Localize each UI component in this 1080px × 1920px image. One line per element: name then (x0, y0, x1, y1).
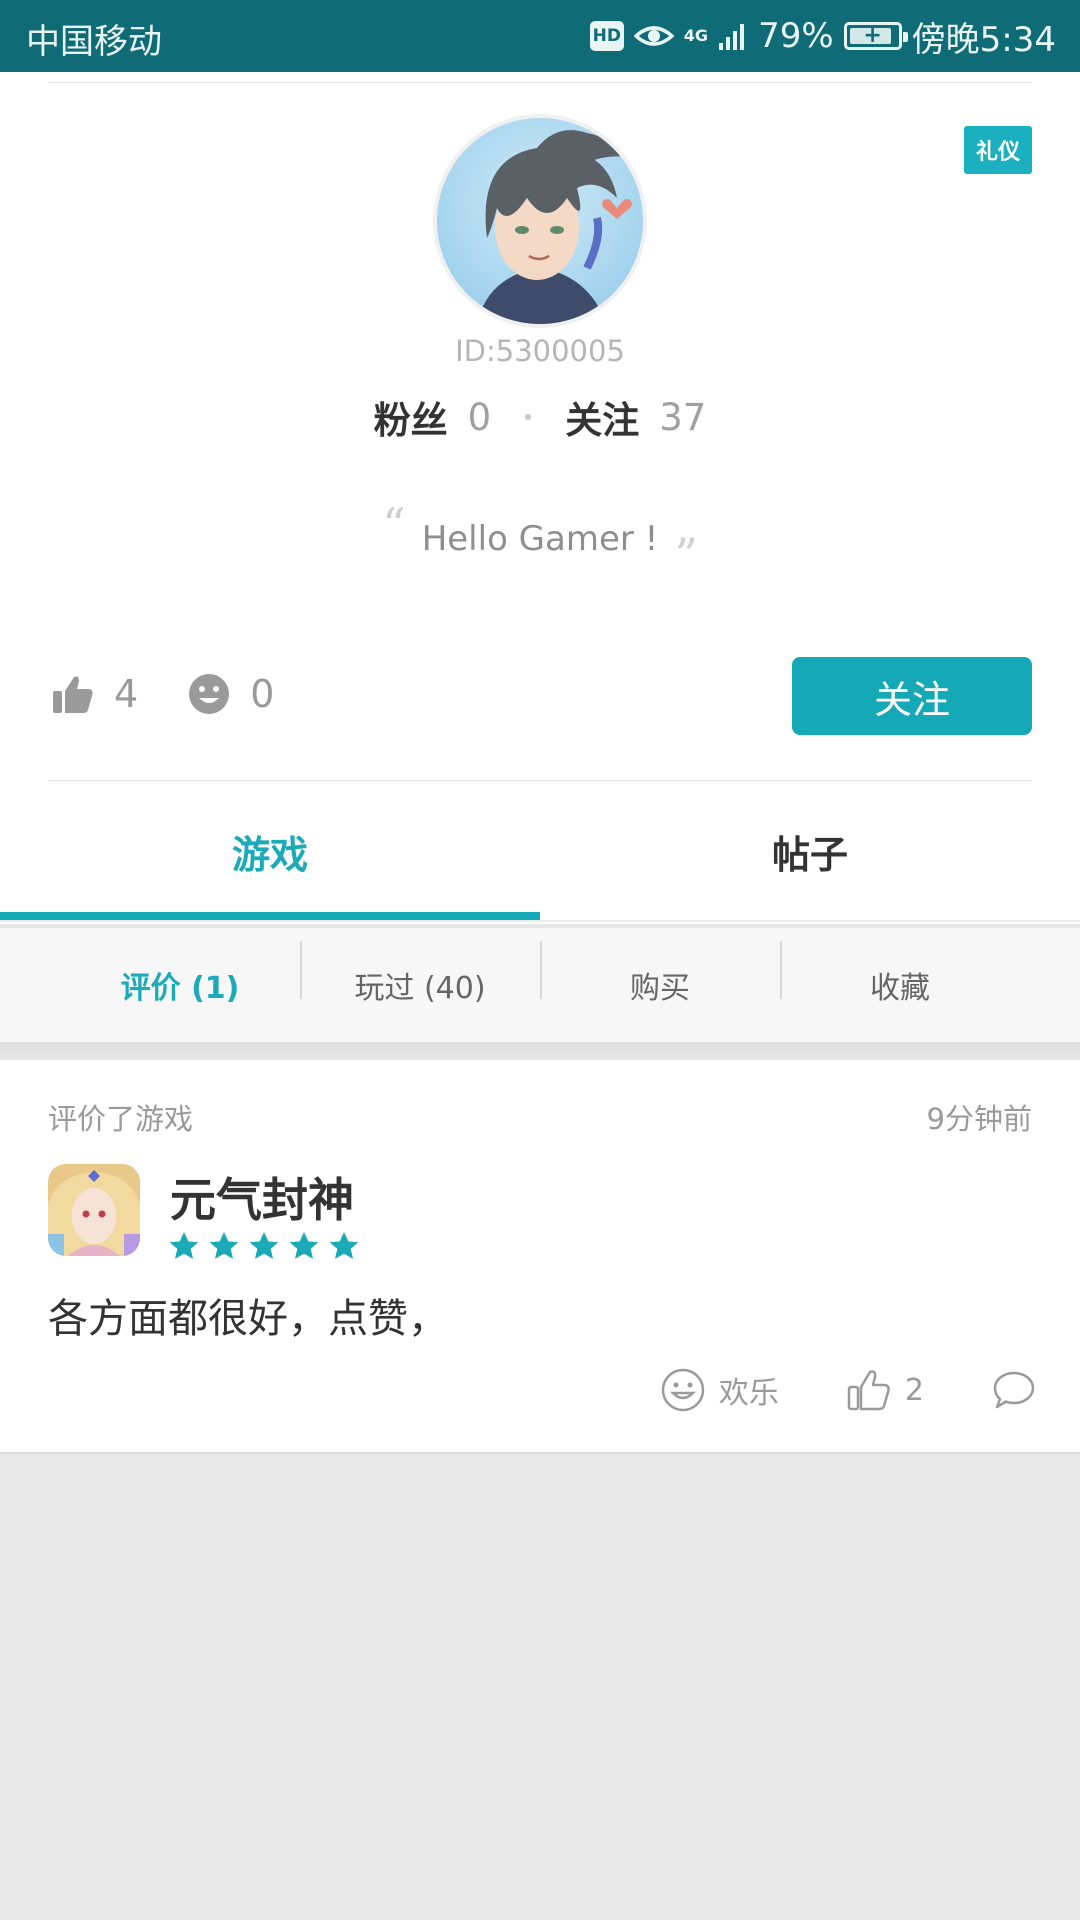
fans-count[interactable]: 0 (468, 396, 492, 439)
signal-icon (719, 24, 745, 50)
likes-count: 4 (114, 672, 139, 716)
section-gap (0, 1042, 1080, 1060)
divider (48, 82, 1032, 83)
fun-reaction[interactable]: 欢乐 (661, 1368, 779, 1412)
carrier-name: 中国移动 (26, 22, 162, 62)
fans-label[interactable]: 粉丝 (374, 390, 448, 444)
review-actions: 欢乐 2 (661, 1368, 1036, 1412)
star-icon (289, 1232, 319, 1259)
thumbs-up-icon[interactable] (52, 673, 94, 715)
status-icons: HD 4G 79% + 傍晚5:34 (589, 12, 1056, 60)
avatar-illustration (477, 130, 637, 324)
signature: “ Hello Gamer ! ” (0, 498, 1080, 582)
like-reaction[interactable]: 2 (847, 1368, 924, 1412)
following-count[interactable]: 37 (659, 396, 706, 439)
etiquette-badge[interactable]: 礼仪 (963, 126, 1032, 174)
battery-icon: + (843, 22, 908, 50)
quote-open-icon: “ (382, 498, 406, 552)
separator-dot (525, 414, 532, 420)
follow-stats: 粉丝 0 关注 37 (0, 390, 1080, 444)
tab-games[interactable]: 游戏 (0, 782, 540, 920)
subtab-reviews[interactable]: 评价 (1) (60, 963, 300, 1007)
reaction-stats: 4 0 (52, 662, 324, 726)
signature-text: Hello Gamer ! (421, 519, 659, 559)
avatar[interactable] (433, 114, 647, 328)
star-icon (209, 1232, 239, 1259)
eye-icon (633, 26, 674, 46)
user-id: ID:5300005 (455, 334, 625, 368)
thumbs-up-outline-icon (847, 1370, 890, 1411)
review-comment: 各方面都很好，点赞， (48, 1296, 448, 1342)
game-icon[interactable] (48, 1164, 140, 1256)
follow-button[interactable]: 关注 (792, 657, 1032, 735)
following-label[interactable]: 关注 (565, 390, 639, 444)
hd-icon: HD (589, 21, 624, 51)
review-time: 9分钟前 (926, 1102, 1032, 1136)
review-card[interactable]: 评价了游戏 9分钟前 元气封神 各方面都很好，点赞， 欢乐 2 (0, 1060, 1080, 1454)
subtab-purchased[interactable]: 购买 (540, 941, 780, 1007)
tab-posts[interactable]: 帖子 (540, 782, 1080, 920)
quote-close-icon: ” (674, 528, 698, 582)
subtab-played[interactable]: 玩过 (40) (300, 941, 540, 1007)
divider (48, 780, 1032, 781)
content-tabs: 游戏 帖子 (0, 782, 1080, 922)
like-count: 2 (904, 1372, 924, 1408)
fun-count: 0 (250, 672, 275, 716)
comment-icon (993, 1371, 1035, 1409)
game-name[interactable]: 元气封神 (170, 1164, 354, 1230)
clock: 傍晚5:34 (911, 19, 1056, 60)
profile-card: 礼仪 ID:5300005 粉丝 0 关注 37 “ Hello Gamer !… (0, 72, 1080, 924)
star-icon (169, 1232, 199, 1259)
fun-label: 欢乐 (718, 1376, 779, 1411)
battery-percent: 79% (758, 16, 834, 56)
comment-reaction[interactable] (992, 1370, 1036, 1410)
status-bar: 中国移动 HD 4G 79% + 傍晚5:34 (0, 0, 1080, 72)
smiley-icon[interactable] (188, 673, 230, 715)
game-icon-art (48, 1164, 140, 1256)
game-subtabs: 评价 (1) 玩过 (40) 购买 收藏 (0, 928, 1080, 1042)
network-type: 4G (683, 26, 709, 45)
rating-stars (168, 1230, 360, 1262)
smile-outline-icon (661, 1368, 705, 1412)
star-icon (329, 1232, 359, 1259)
star-icon (249, 1232, 279, 1259)
subtab-favorites[interactable]: 收藏 (780, 941, 1020, 1007)
review-action: 评价了游戏 (48, 1102, 194, 1136)
